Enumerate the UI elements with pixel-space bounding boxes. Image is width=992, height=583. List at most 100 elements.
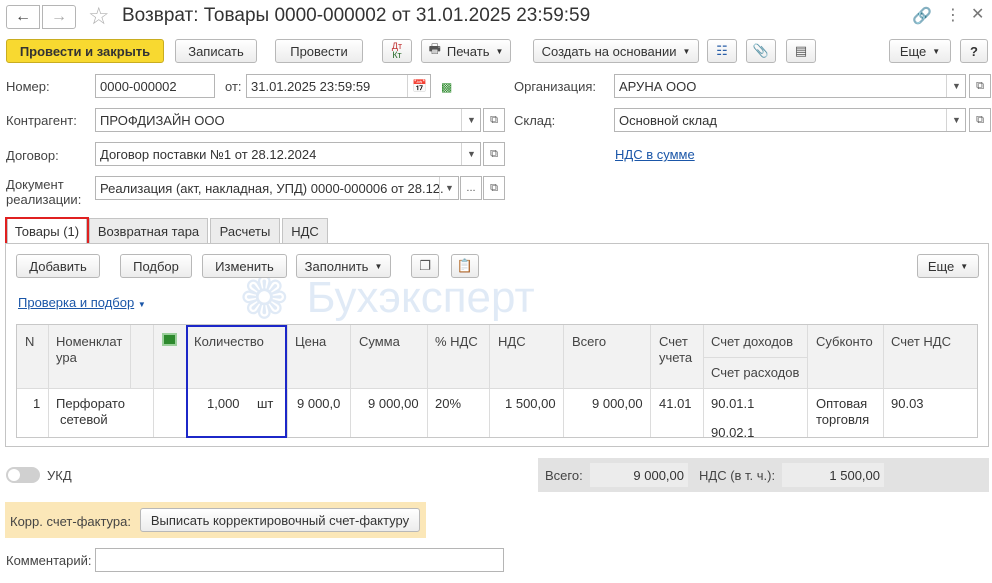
post-button[interactable]: Провести — [275, 39, 363, 63]
change-button[interactable]: Изменить — [202, 254, 287, 278]
sale-document-label-line2: реализации: — [6, 192, 82, 207]
sale-document-label-line1: Документ — [6, 177, 64, 192]
print-button[interactable]: 🖶 Печать ▼ — [421, 39, 511, 63]
dropdown-arrow-icon[interactable]: ▼ — [461, 109, 480, 131]
cell-account: 41.01 — [659, 396, 692, 411]
dropdown-arrow-icon[interactable]: ▼ — [461, 143, 480, 165]
report-button[interactable]: ▤ — [786, 39, 816, 63]
cell-total: 9 000,00 — [592, 396, 643, 411]
open-counterparty-button[interactable]: ⧉ — [483, 108, 505, 132]
cell-income-account: 90.01.1 — [711, 396, 755, 411]
kt-label: Кт — [392, 50, 402, 60]
header-vat-rate: % НДС — [435, 334, 478, 349]
create-based-on-button[interactable]: Создать на основании ▼ — [533, 39, 699, 63]
income-expense-divider — [703, 357, 807, 358]
dropdown-arrow-icon[interactable]: ▼ — [946, 109, 965, 131]
structure-button[interactable]: ☷ — [707, 39, 737, 63]
post-and-close-button[interactable]: Провести и закрыть — [6, 39, 164, 63]
total-value: 9 000,00 — [590, 463, 688, 487]
sale-document-field[interactable]: Реализация (акт, накладная, УПД) 0000-00… — [95, 176, 459, 200]
col-divider — [130, 325, 131, 388]
forward-button[interactable]: → — [42, 5, 76, 29]
open-contract-button[interactable]: ⧉ — [483, 142, 505, 166]
header-sum: Сумма — [359, 334, 400, 349]
header-price: Цена — [295, 334, 327, 349]
sale-document-value: Реализация (акт, накладная, УПД) 0000-00… — [100, 180, 444, 196]
star-icon[interactable]: ☆ — [88, 2, 110, 31]
goods-tab-highlight — [5, 217, 89, 245]
header-vat: НДС — [498, 334, 526, 349]
header-item-line1: Номенклат — [56, 334, 123, 349]
watermark-text: Бухэксперт — [306, 273, 535, 322]
header-item-line2: ура — [56, 350, 77, 365]
cell-n: 1 — [33, 396, 41, 411]
select-sale-document-button[interactable]: ... — [460, 176, 482, 200]
dropdown-arrow-icon[interactable]: ▼ — [439, 177, 458, 199]
add-button[interactable]: Добавить — [16, 254, 100, 278]
ukd-label: УКД — [47, 468, 72, 483]
tab-settlements[interactable]: Расчеты — [210, 218, 280, 243]
attach-button[interactable]: 📎 — [746, 39, 776, 63]
comment-label: Комментарий: — [6, 553, 92, 568]
fill-button[interactable]: Заполнить ▼ — [296, 254, 391, 278]
dropdown-arrow-icon: ▼ — [137, 300, 146, 309]
copy-button[interactable]: ❐ — [411, 254, 439, 278]
paste-button[interactable]: 📋 — [451, 254, 479, 278]
dropdown-arrow-icon[interactable]: ▼ — [946, 75, 965, 97]
cell-subconto-line1: Оптовая — [816, 396, 868, 411]
copy-icon: ❐ — [419, 258, 431, 273]
cell-sum: 9 000,00 — [368, 396, 419, 411]
posted-status-icon: ▩ — [441, 80, 453, 94]
goods-more-button[interactable]: Еще ▼ — [917, 254, 979, 278]
back-button[interactable]: ← — [6, 5, 40, 29]
pick-button[interactable]: Подбор — [120, 254, 192, 278]
check-and-pick-link[interactable]: Проверка и подбор ▼ — [18, 295, 146, 310]
number-field[interactable]: 0000-000002 — [95, 74, 215, 98]
help-button[interactable]: ? — [960, 39, 988, 63]
organization-value: АРУНА ООО — [619, 78, 697, 94]
tab-returnable-containers[interactable]: Возвратная тара — [89, 218, 208, 243]
tab-vat[interactable]: НДС — [282, 218, 328, 243]
cell-price: 9 000,0 — [297, 396, 341, 411]
warehouse-field[interactable]: Основной склад ▼ — [614, 108, 966, 132]
cell-item-line1: Перфорато — [56, 396, 125, 411]
save-button[interactable]: Записать — [175, 39, 257, 63]
window-title: Возврат: Товары 0000-000002 от 31.01.202… — [122, 5, 591, 26]
comment-field[interactable] — [95, 548, 504, 572]
header-expense-account: Счет расходов — [711, 365, 800, 380]
counterparty-value: ПРОФДИЗАЙН ООО — [100, 112, 225, 128]
cell-expense-account: 90.02.1 — [711, 425, 755, 440]
open-sale-document-button[interactable]: ⧉ — [483, 176, 505, 200]
check-and-pick-label: Проверка и подбор — [18, 295, 135, 310]
close-icon[interactable]: ✕ — [971, 4, 984, 24]
corr-invoice-label: Корр. счет-фактура: — [10, 514, 131, 529]
table-row[interactable]: 1 Перфорато сетевой 1,000 шт 9 000,0 9 0… — [17, 389, 977, 440]
organization-field[interactable]: АРУНА ООО ▼ — [614, 74, 966, 98]
paste-icon: 📋 — [456, 258, 474, 273]
dt-kt-button[interactable]: Дт Кт — [382, 39, 412, 63]
cell-subconto-line2: торговля — [816, 412, 870, 427]
contract-label: Договор: — [6, 148, 59, 163]
more-button[interactable]: Еще ▼ — [889, 39, 951, 63]
dropdown-arrow-icon: ▼ — [374, 261, 383, 271]
vat-in-sum-link[interactable]: НДС в сумме — [615, 147, 695, 162]
warehouse-label: Склад: — [514, 113, 556, 128]
number-label: Номер: — [6, 79, 50, 94]
more-vertical-icon[interactable]: ⋮ — [945, 5, 961, 25]
date-field[interactable]: 31.01.2025 23:59:59 📅 — [246, 74, 431, 98]
cell-vat-rate: 20% — [435, 396, 462, 411]
contract-field[interactable]: Договор поставки №1 от 28.12.2024 ▼ — [95, 142, 481, 166]
dropdown-arrow-icon: ▼ — [682, 46, 691, 56]
cell-item-line2: сетевой — [60, 412, 108, 427]
calendar-icon[interactable]: 📅 — [407, 75, 430, 97]
link-icon[interactable]: 🔗 — [912, 6, 932, 26]
contract-value: Договор поставки №1 от 28.12.2024 — [100, 146, 317, 162]
issue-corr-invoice-button[interactable]: Выписать корректировочный счет-фактуру — [140, 508, 420, 532]
open-warehouse-button[interactable]: ⧉ — [969, 108, 991, 132]
structure-icon: ☷ — [716, 43, 728, 58]
ukd-toggle[interactable] — [6, 467, 40, 483]
open-organization-button[interactable]: ⧉ — [969, 74, 991, 98]
paperclip-icon: 📎 — [752, 43, 770, 58]
counterparty-field[interactable]: ПРОФДИЗАЙН ООО ▼ — [95, 108, 481, 132]
organization-label: Организация: — [514, 79, 597, 94]
